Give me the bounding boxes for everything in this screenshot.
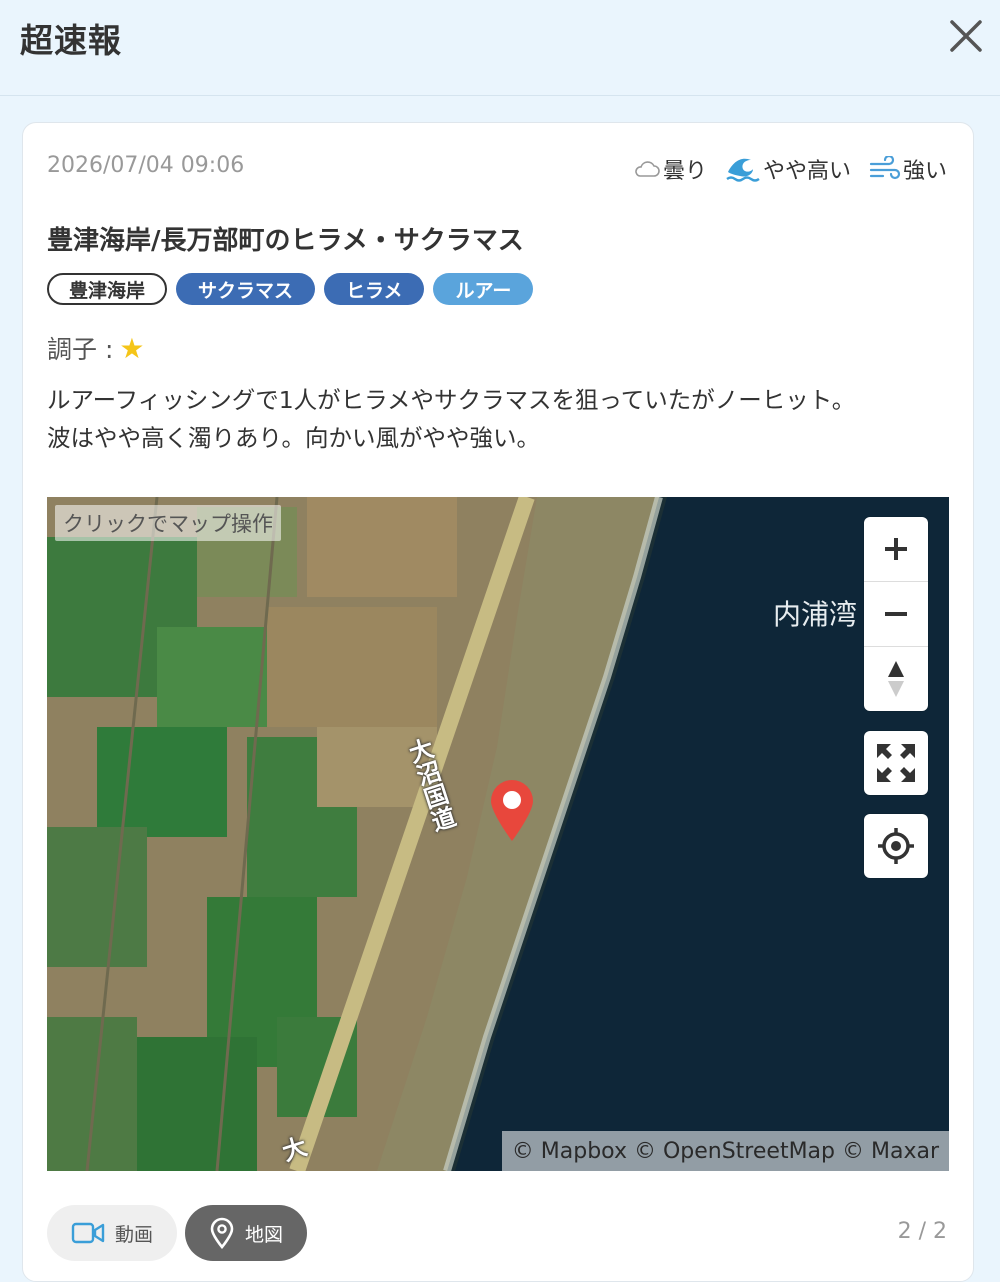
video-button[interactable]: 動画 bbox=[47, 1205, 178, 1261]
zoom-out-button[interactable] bbox=[864, 581, 928, 646]
weather-label: 曇り bbox=[662, 159, 707, 184]
rating-label: 調子 : bbox=[47, 335, 114, 364]
video-button-label: 動画 bbox=[115, 1223, 154, 1246]
tag-list: 豊津海岸 サクラマス ヒラメ ルアー bbox=[47, 273, 534, 305]
page-title: 超速報 bbox=[20, 21, 122, 60]
report-body: ルアーフィッシングで1人がヒラメやサクラマスを狙っていたがノーヒット。 波はやや… bbox=[47, 381, 957, 457]
close-icon bbox=[950, 20, 982, 52]
minus-icon bbox=[885, 612, 907, 616]
rating: 調子 : ★ bbox=[47, 330, 144, 366]
map-button-label: 地図 bbox=[245, 1223, 284, 1246]
geolocate-control bbox=[864, 814, 928, 878]
fullscreen-control bbox=[864, 731, 928, 795]
cloud-icon bbox=[635, 161, 660, 177]
close-button[interactable] bbox=[946, 16, 986, 56]
report-card: 2026/07/04 09:06 曇り やや高い 強い 豊津海岸/長万部町のヒラ… bbox=[22, 122, 974, 1282]
wave-condition: やや高い bbox=[725, 153, 851, 185]
report-body-line: ルアーフィッシングで1人がヒラメやサクラマスを狙っていたがノーヒット。 bbox=[47, 386, 856, 414]
zoom-controls bbox=[864, 517, 928, 711]
map-pin-icon bbox=[210, 1217, 234, 1249]
map-button[interactable]: 地図 bbox=[185, 1205, 308, 1261]
video-camera-icon bbox=[71, 1222, 105, 1244]
plus-icon bbox=[885, 538, 907, 560]
report-title: 豊津海岸/長万部町のヒラメ・サクラマス bbox=[47, 226, 524, 256]
report-body-line: 波はやや高く濁りあり。向かい風がやや強い。 bbox=[47, 424, 541, 452]
report-date: 2026/07/04 09:06 bbox=[47, 153, 245, 178]
tag-spot[interactable]: 豊津海岸 bbox=[47, 273, 168, 305]
wave-label: やや高い bbox=[762, 159, 851, 184]
map-place-label: 内浦湾 bbox=[773, 598, 858, 631]
conditions-row: 曇り やや高い 強い bbox=[633, 153, 947, 185]
wind-condition: 強い bbox=[869, 153, 947, 185]
tag-fish-hirame[interactable]: ヒラメ bbox=[324, 273, 425, 305]
wind-icon bbox=[869, 156, 901, 180]
compass-icon bbox=[888, 661, 904, 697]
map-interaction-hint: クリックでマップ操作 bbox=[55, 505, 281, 541]
location-pin-icon[interactable] bbox=[489, 779, 535, 847]
wind-label: 強い bbox=[902, 159, 947, 184]
tag-fish-sakuramasu[interactable]: サクラマス bbox=[176, 273, 316, 305]
compass-button[interactable] bbox=[864, 646, 928, 711]
star-icon: ★ bbox=[119, 331, 145, 365]
weather-condition: 曇り bbox=[633, 153, 707, 185]
map-attribution[interactable]: © Mapbox © OpenStreetMap © Maxar bbox=[501, 1131, 949, 1171]
tag-method-lure[interactable]: ルアー bbox=[433, 273, 534, 305]
fullscreen-icon bbox=[877, 744, 915, 782]
fullscreen-button[interactable] bbox=[864, 731, 928, 795]
page-counter: 2 / 2 bbox=[897, 1219, 947, 1244]
zoom-in-button[interactable] bbox=[864, 517, 928, 581]
crosshair-icon bbox=[878, 828, 914, 864]
wave-icon bbox=[726, 158, 760, 182]
header-bar: 超速報 bbox=[0, 0, 1000, 96]
map-view[interactable]: クリックでマップ操作 内浦湾 大沼国道 大 © Mapbox © OpenStr… bbox=[47, 497, 949, 1171]
geolocate-button[interactable] bbox=[864, 814, 928, 878]
